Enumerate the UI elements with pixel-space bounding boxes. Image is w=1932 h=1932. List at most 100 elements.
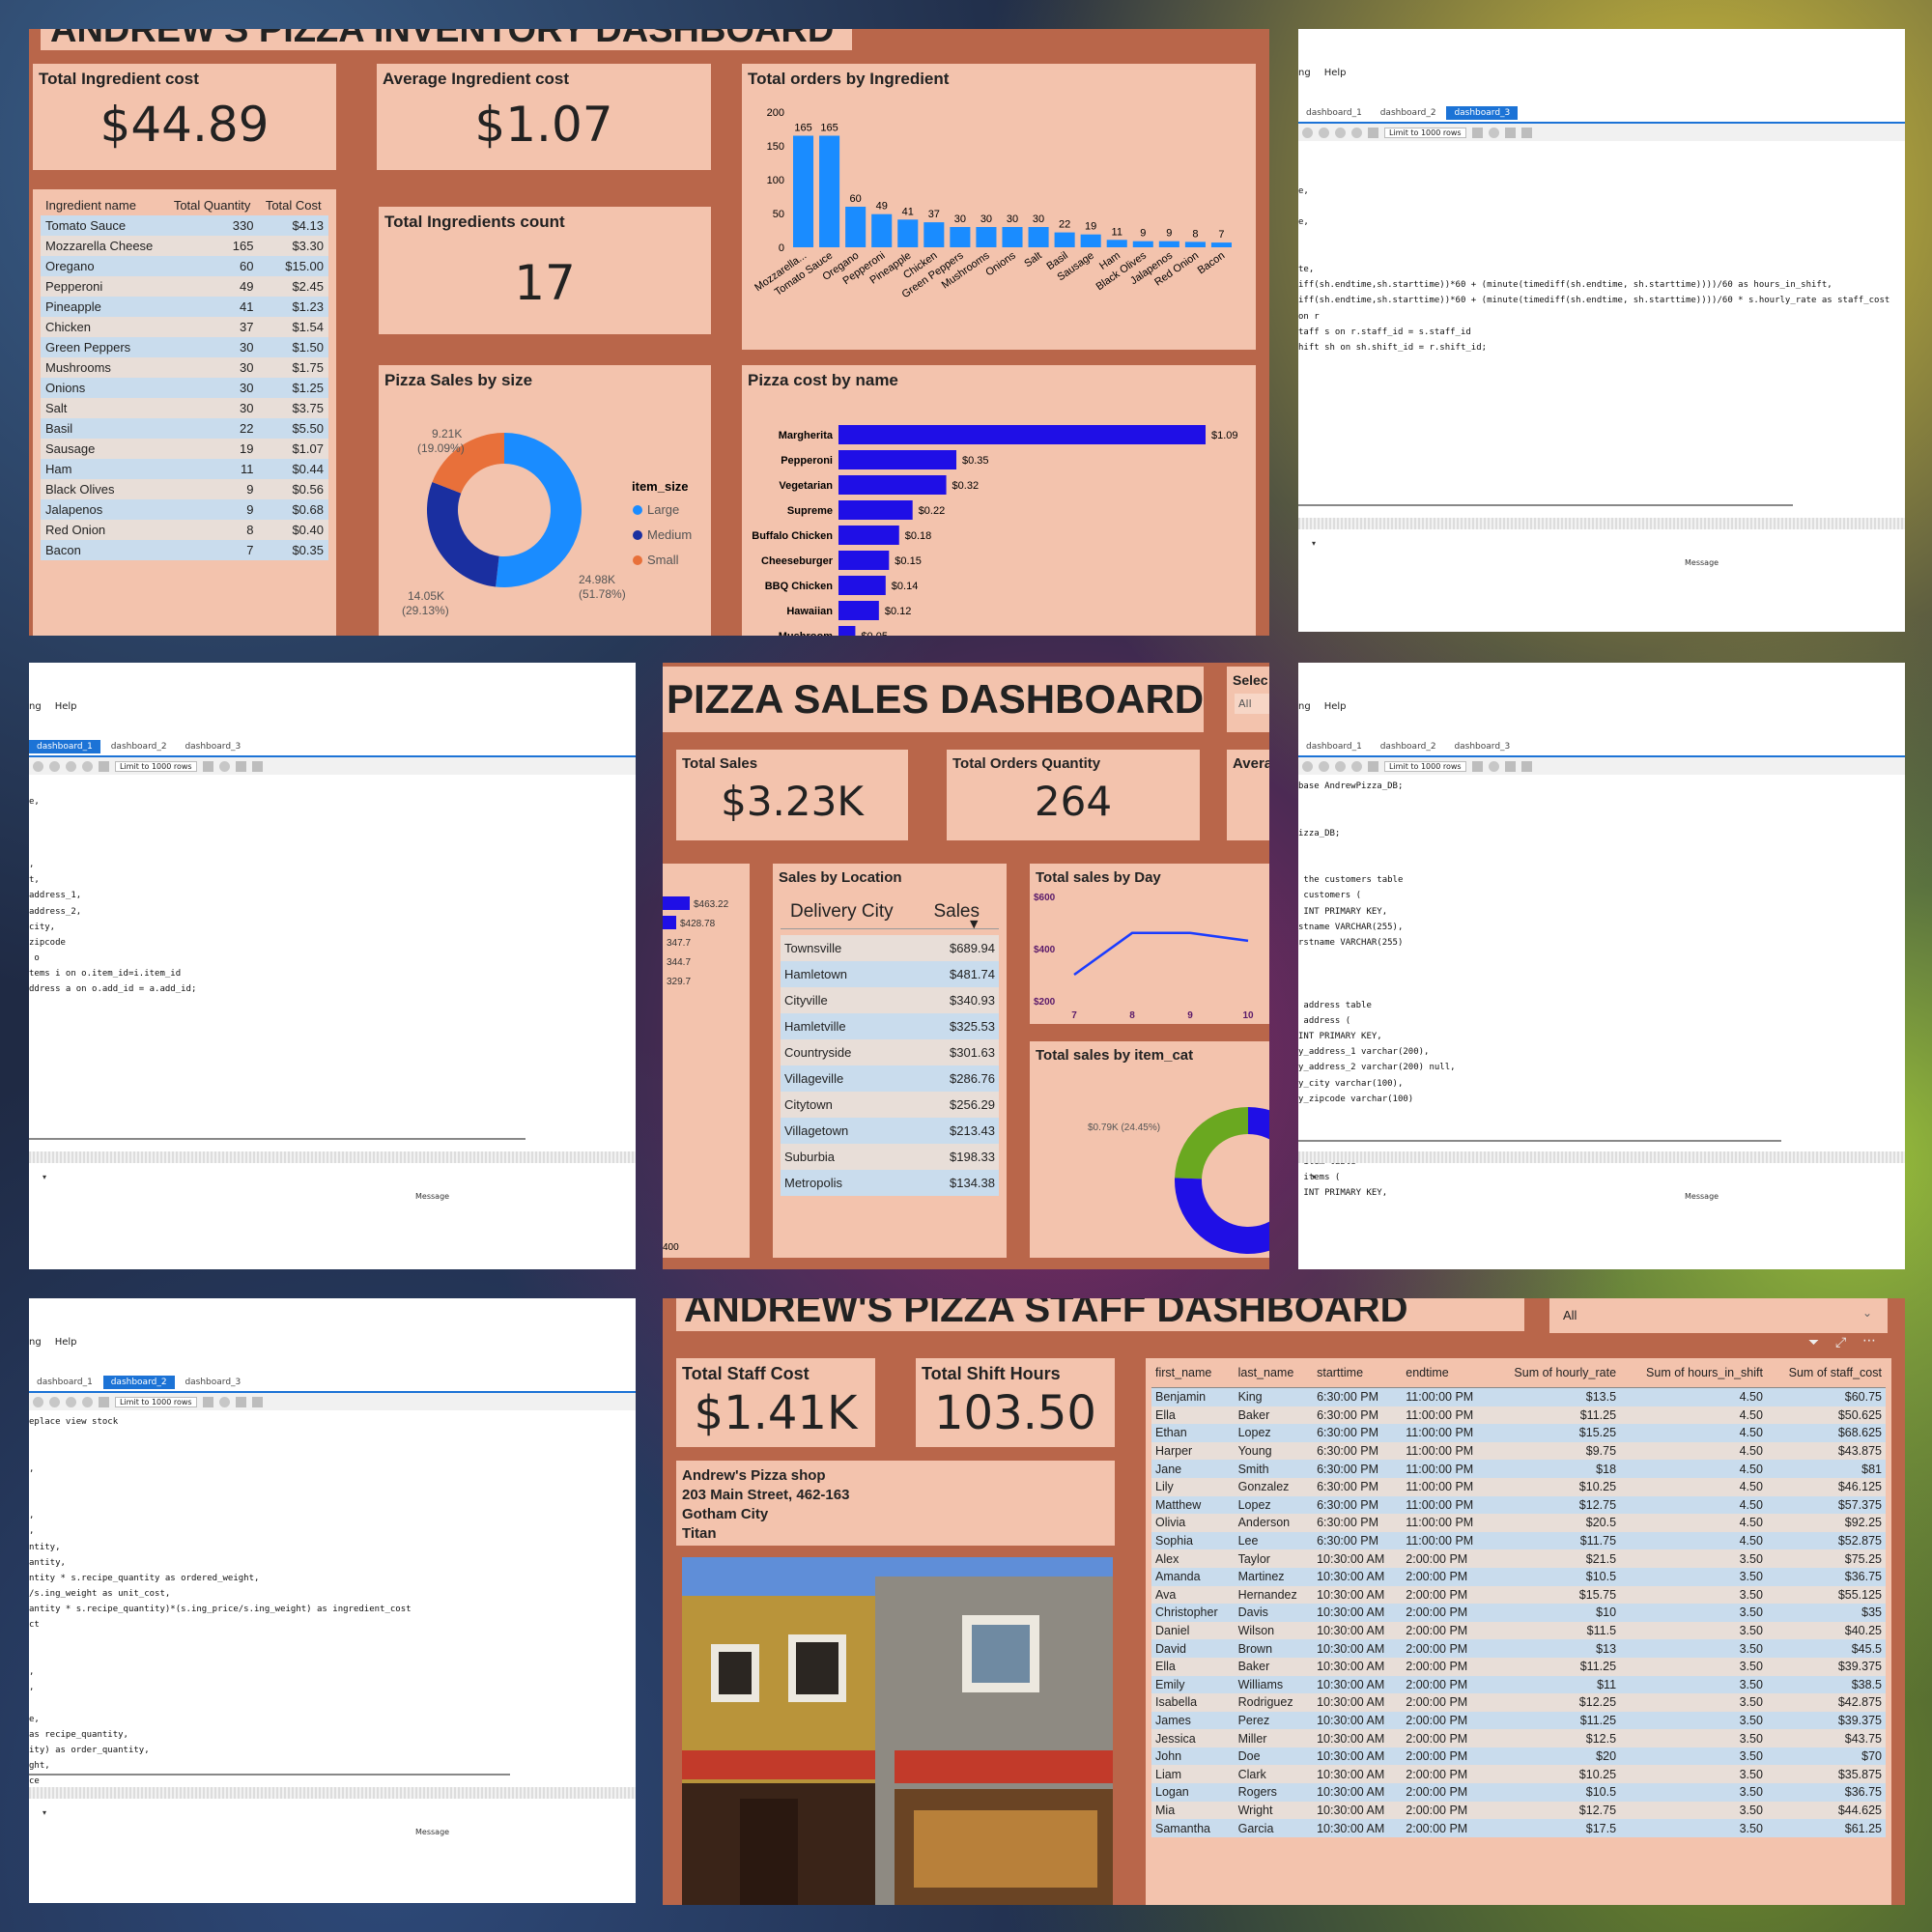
table-row[interactable]: Jessica Miller 10:30:00 AM 2:00:00 PM $12.5 3… [1151,1729,1886,1747]
code-line[interactable]: , [29,857,636,872]
commit-icon[interactable] [1335,760,1346,772]
bar[interactable] [1054,232,1075,247]
code-line[interactable] [29,1445,636,1461]
stop-icon[interactable] [1319,760,1329,772]
tab-dashboard-3[interactable]: dashboard_3 [177,740,248,753]
invisible-chars-icon[interactable] [1504,760,1516,772]
table-row[interactable]: Alex Taylor 10:30:00 AM 2:00:00 PM $21.5 3.50… [1151,1549,1886,1568]
limit-rows-select[interactable]: Limit to 1000 rows [1384,127,1466,138]
pie-slice[interactable] [427,481,499,587]
table-row[interactable]: Mia Wright 10:30:00 AM 2:00:00 PM $12.75 3.50… [1151,1801,1886,1820]
code-line[interactable] [29,1492,636,1508]
toggle-icon[interactable] [99,760,109,772]
code-line[interactable] [29,810,636,825]
table-row[interactable]: Amanda Martinez 10:30:00 AM 2:00:00 PM $10.5… [1151,1567,1886,1586]
code-line[interactable]: ntity * s.recipe_quantity as ordered_wei… [29,1571,636,1586]
bar[interactable] [1132,241,1153,247]
tab-dashboard-2[interactable]: dashboard_2 [1373,740,1444,753]
bar[interactable] [871,213,893,247]
tab-dashboard-2[interactable]: dashboard_2 [103,740,175,753]
tab-dashboard-1[interactable]: dashboard_1 [1298,106,1370,120]
toggle-icon[interactable] [1368,127,1378,138]
code-line[interactable]: INT PRIMARY KEY, [1298,904,1905,920]
code-line[interactable]: base AndrewPizza_DB; [1298,779,1905,794]
tab-dashboard-3[interactable]: dashboard_3 [1446,740,1518,753]
commit-icon[interactable] [66,1396,76,1407]
col-header[interactable]: Ingredient name [41,195,166,215]
menu-item[interactable]: ng [29,1337,42,1348]
horizontal-scrollbar[interactable] [1298,1140,1781,1142]
code-line[interactable]: antity, [29,1555,636,1571]
code-line[interactable]: hift sh on sh.shift_id = r.shift_id; [1298,340,1905,355]
table-row[interactable]: Emily Williams 10:30:00 AM 2:00:00 PM $11 3.5… [1151,1675,1886,1694]
code-line[interactable] [1298,1122,1905,1138]
toggle-icon[interactable] [1368,760,1378,772]
code-line[interactable]: address_2, [29,904,636,920]
table-row[interactable]: Matthew Lopez 6:30:00 PM 11:00:00 PM $12.75 4… [1151,1495,1886,1515]
table-row[interactable]: Oregano 60 $15.00 [41,256,328,276]
splitter[interactable] [1298,518,1905,529]
search-icon[interactable] [218,1396,230,1407]
table-row[interactable]: Samantha Garcia 10:30:00 AM 2:00:00 PM $17.5… [1151,1819,1886,1837]
bar[interactable] [1002,227,1023,247]
bar[interactable] [819,135,840,248]
slicer-value[interactable]: All [1235,694,1269,714]
toggle-icon[interactable] [99,1396,109,1407]
table-row[interactable]: Chicken 37 $1.54 [41,317,328,337]
table-row[interactable]: Townsville $689.94 [781,935,999,961]
bar[interactable] [793,135,814,248]
code-line[interactable]: e, [29,1712,636,1727]
code-line[interactable]: zipcode [29,935,636,951]
col-header[interactable]: last_name [1234,1358,1314,1388]
table-row[interactable]: John Doe 10:30:00 AM 2:00:00 PM $20 3.50 $70 [1151,1747,1886,1766]
code-line[interactable]: e, [1298,184,1905,199]
code-line[interactable] [1298,1107,1905,1122]
code-line[interactable]: iff(sh.endtime,sh.starttime))*60 + (minu… [1298,293,1905,308]
wrap-icon[interactable] [251,1396,263,1407]
bar[interactable] [1080,234,1101,247]
code-line[interactable]: taff s on r.staff_id = s.staff_id [1298,325,1905,340]
code-line[interactable]: , [29,1462,636,1477]
pie-slice[interactable] [1175,1107,1248,1179]
col-header[interactable]: Delivery City [790,901,894,923]
code-line[interactable]: as recipe_quantity, [29,1727,636,1743]
code-line[interactable]: e, [29,794,636,810]
col-header[interactable]: Sum of hourly_rate [1491,1358,1621,1388]
table-row[interactable]: Villagetown $213.43 [781,1118,999,1144]
code-line[interactable]: t, [29,872,636,888]
code-line[interactable]: y_address_2 varchar(200) null, [1298,1060,1905,1075]
code-line[interactable]: ntity, [29,1540,636,1555]
pie-slice[interactable] [496,433,582,587]
code-line[interactable]: , [29,1664,636,1680]
table-row[interactable]: Black Olives 9 $0.56 [41,479,328,499]
staff-slicer[interactable]: All ⌄ [1549,1298,1888,1333]
code-line[interactable] [29,779,636,794]
invisible-chars-icon[interactable] [235,1396,246,1407]
code-line[interactable]: address ( [1298,1013,1905,1029]
code-line[interactable]: rstname VARCHAR(255) [1298,935,1905,951]
table-row[interactable]: Isabella Rodriguez 10:30:00 AM 2:00:00 PM $1… [1151,1693,1886,1712]
table-row[interactable]: Citytown $256.29 [781,1092,999,1118]
tab-dashboard-1[interactable]: dashboard_1 [29,740,100,753]
menu-item[interactable]: Help [1324,701,1347,712]
output-dropdown[interactable]: ▾ [43,1173,46,1181]
table-row[interactable]: Mushrooms 30 $1.75 [41,357,328,378]
code-line[interactable]: eplace view stock [29,1414,636,1430]
open-icon[interactable] [33,1396,43,1407]
code-line[interactable]: y_zipcode varchar(100) [1298,1092,1905,1107]
search-icon[interactable] [1488,127,1499,138]
tab-dashboard-3[interactable]: dashboard_3 [1446,106,1519,120]
menu-item[interactable]: Help [55,701,77,712]
splitter[interactable] [29,1787,636,1799]
bar[interactable] [663,916,676,929]
beautify-icon[interactable] [1471,127,1483,138]
bar[interactable] [1028,227,1049,247]
code-line[interactable] [29,1649,636,1664]
tab-dashboard-2[interactable]: dashboard_2 [1373,106,1444,120]
slicer[interactable]: Selec All [1227,667,1269,732]
wrap-icon[interactable] [1520,760,1532,772]
table-row[interactable]: Lily Gonzalez 6:30:00 PM 11:00:00 PM $10.25 4… [1151,1477,1886,1496]
table-row[interactable]: Sausage 19 $1.07 [41,439,328,459]
bar[interactable] [838,551,890,570]
legend-label[interactable]: Small [647,553,679,567]
